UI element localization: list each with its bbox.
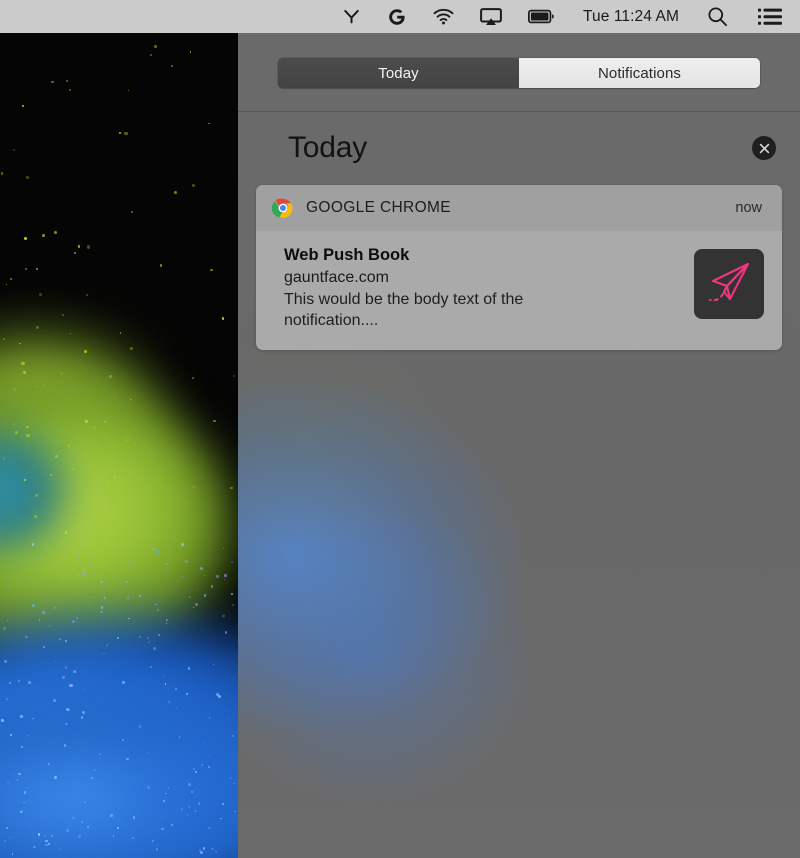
notification-site: gauntface.com — [284, 269, 389, 287]
notification-center-icon[interactable] — [754, 6, 786, 28]
paper-plane-icon — [703, 258, 755, 310]
tab-notifications[interactable]: Notifications — [519, 58, 760, 88]
menubar: Tue 11:24 AM — [0, 0, 800, 33]
notification-card-body: Web Push Book gauntface.com This would b… — [256, 231, 782, 350]
menubar-clock[interactable]: Tue 11:24 AM — [581, 8, 681, 26]
battery-icon[interactable] — [528, 9, 555, 24]
notification-center-tabbar[interactable]: Today Notifications — [278, 58, 760, 88]
close-button[interactable] — [752, 136, 776, 160]
notification-app-name: GOOGLE CHROME — [306, 199, 451, 216]
chrome-icon — [271, 197, 294, 219]
google-g-icon[interactable] — [387, 7, 407, 27]
notification-timestamp: now — [735, 200, 762, 216]
search-icon[interactable] — [707, 6, 728, 27]
today-header: Today — [238, 113, 800, 183]
notification-card-header: GOOGLE CHROME now — [256, 185, 782, 231]
wifi-icon[interactable] — [433, 8, 454, 25]
notification-text-block: Web Push Book gauntface.com This would b… — [284, 245, 680, 332]
tab-today[interactable]: Today — [278, 58, 519, 88]
notification-body-text: This would be the body text of the notif… — [284, 290, 524, 330]
close-icon — [759, 143, 770, 154]
screen: Today Notifications Today GOOGLE CHROME … — [0, 0, 800, 858]
notification-center-panel: Today Notifications Today GOOGLE CHROME … — [238, 33, 800, 858]
page-title: Today — [288, 131, 368, 164]
notification-title: Web Push Book — [284, 246, 410, 264]
notification-center-tabbar-wrap: Today Notifications — [238, 33, 800, 113]
notification-card[interactable]: GOOGLE CHROME now Web Push Book gauntfac… — [256, 185, 782, 350]
tabbar-divider — [238, 111, 800, 112]
airplay-icon[interactable] — [480, 7, 502, 26]
branch-fork-icon[interactable] — [342, 7, 361, 26]
notification-image — [694, 249, 764, 319]
